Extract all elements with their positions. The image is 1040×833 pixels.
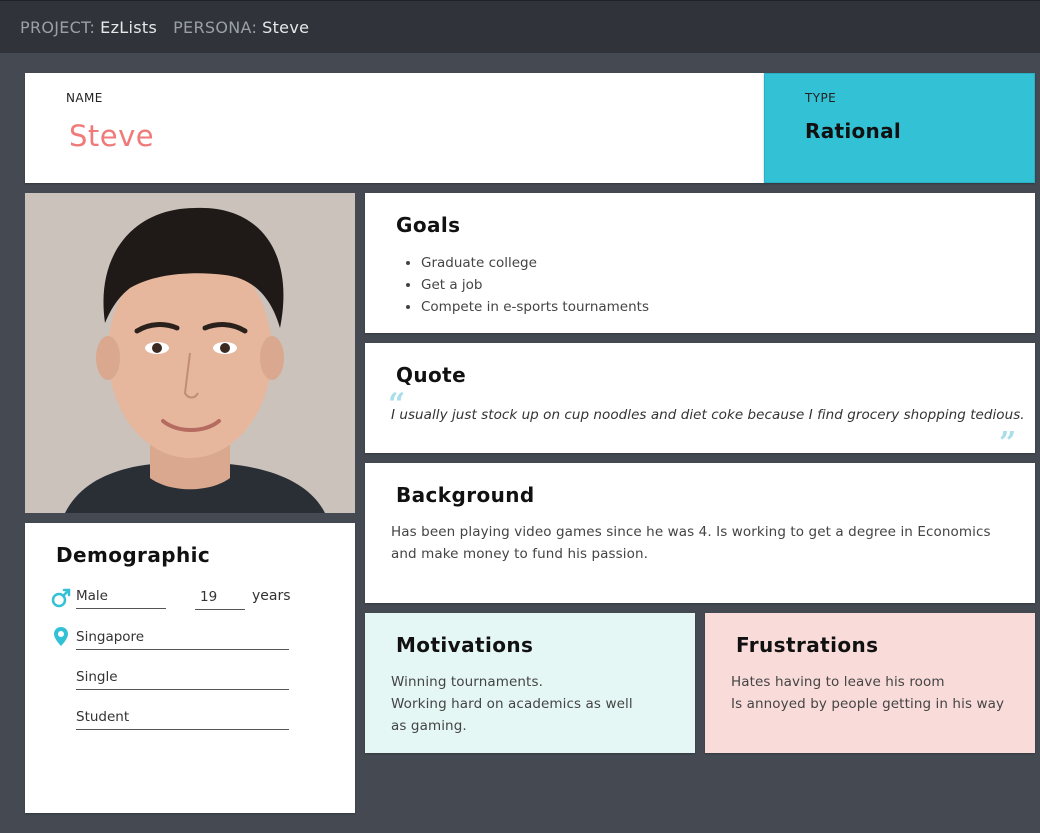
- motivations-text[interactable]: Winning tournaments. Working hard on aca…: [391, 671, 681, 737]
- background-title: Background: [396, 483, 535, 507]
- motivation-line: Winning tournaments.: [391, 674, 543, 690]
- persona-name-value[interactable]: Steve: [69, 119, 154, 153]
- location-field[interactable]: Singapore: [76, 626, 289, 650]
- close-quote-icon: ”: [999, 426, 1017, 461]
- goal-item[interactable]: Compete in e-sports tournaments: [421, 296, 649, 318]
- age-unit-label: years: [252, 588, 291, 604]
- location-pin-icon: [54, 627, 68, 646]
- type-card: TYPE Rational: [764, 73, 1035, 183]
- goals-list: Graduate college Get a job Compete in e-…: [421, 252, 649, 318]
- age-field[interactable]: 19: [195, 586, 245, 610]
- type-label: TYPE: [805, 91, 837, 105]
- persona-name[interactable]: Steve: [262, 18, 309, 37]
- relationship-status-field[interactable]: Single: [76, 666, 289, 690]
- goals-title: Goals: [396, 213, 461, 237]
- motivation-line: Working hard on academics as well as gam…: [391, 696, 633, 734]
- project-key: PROJECT:: [20, 17, 96, 37]
- project-name[interactable]: EzLists: [100, 18, 157, 37]
- goals-card: Goals Graduate college Get a job Compete…: [365, 193, 1035, 333]
- frustrations-card: Frustrations Hates having to leave his r…: [705, 613, 1035, 753]
- frustration-line: Is annoyed by people getting in his way: [731, 696, 1005, 712]
- quote-card: Quote “ I usually just stock up on cup n…: [365, 343, 1035, 459]
- gender-field[interactable]: Male: [76, 585, 166, 609]
- name-label: NAME: [66, 91, 103, 105]
- frustrations-title: Frustrations: [736, 633, 879, 657]
- background-card: Background Has been playing video games …: [365, 463, 1035, 603]
- male-icon: [51, 588, 71, 608]
- persona-key: PERSONA:: [173, 17, 258, 37]
- portrait-image: [25, 193, 355, 513]
- motivations-card: Motivations Winning tournaments. Working…: [365, 613, 695, 753]
- demographic-card: Demographic Male 19 years Singapore Sing…: [25, 523, 355, 813]
- name-card: NAME Steve: [25, 73, 764, 183]
- frustration-line: Hates having to leave his room: [731, 674, 945, 690]
- quote-text[interactable]: I usually just stock up on cup noodles a…: [391, 407, 1025, 423]
- top-bar: PROJECT: EzLists PERSONA: Steve: [0, 0, 1040, 53]
- background-text[interactable]: Has been playing video games since he wa…: [391, 521, 1006, 565]
- persona-photo: [25, 193, 355, 513]
- motivations-title: Motivations: [396, 633, 534, 657]
- goal-item[interactable]: Get a job: [421, 274, 649, 296]
- demographic-title: Demographic: [56, 543, 211, 567]
- frustrations-text[interactable]: Hates having to leave his room Is annoye…: [731, 671, 1026, 715]
- goal-item[interactable]: Graduate college: [421, 252, 649, 274]
- persona-type-value[interactable]: Rational: [805, 119, 901, 143]
- quote-title: Quote: [396, 363, 467, 387]
- occupation-field[interactable]: Student: [76, 706, 289, 730]
